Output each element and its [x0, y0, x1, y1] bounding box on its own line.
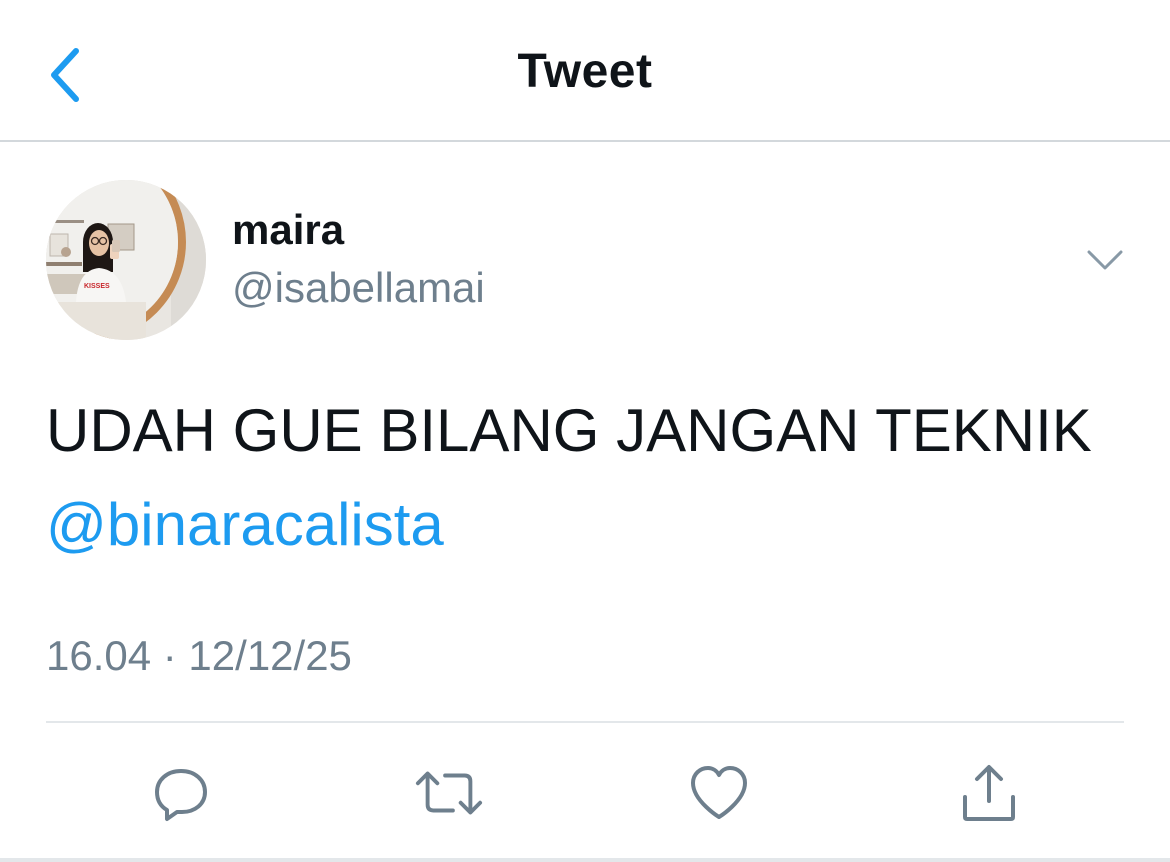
tweet-timestamp: 16.04 · 12/12/25 [46, 632, 352, 679]
avatar-photo: KISSES [46, 180, 206, 340]
tweet-detail-screen: Tweet KISSES maira @isabellamai UDAH GUE… [0, 0, 1170, 862]
tweet-text: UDAH GUE BILANG JANGAN TEKNIK [46, 397, 1092, 464]
share-icon [963, 765, 1015, 821]
more-options-button[interactable] [1080, 238, 1130, 282]
chevron-down-icon [1087, 250, 1123, 270]
retweet-icon [415, 771, 483, 815]
divider [46, 721, 1124, 723]
top-nav-bar: Tweet [0, 0, 1170, 142]
author-display-name[interactable]: maira [232, 206, 344, 254]
avatar[interactable]: KISSES [46, 180, 206, 340]
author-handle[interactable]: @isabellamai [232, 264, 485, 312]
page-title: Tweet [517, 45, 653, 98]
heart-icon [691, 766, 747, 819]
reply-icon [155, 769, 207, 821]
share-button[interactable] [954, 758, 1024, 828]
reply-button[interactable] [146, 758, 216, 828]
tweet-actions-bar [0, 752, 1170, 832]
like-button[interactable] [684, 758, 754, 828]
bottom-divider [0, 858, 1170, 862]
retweet-button[interactable] [414, 758, 484, 828]
svg-text:KISSES: KISSES [84, 283, 110, 290]
mention-link[interactable]: @binaracalista [46, 490, 444, 560]
